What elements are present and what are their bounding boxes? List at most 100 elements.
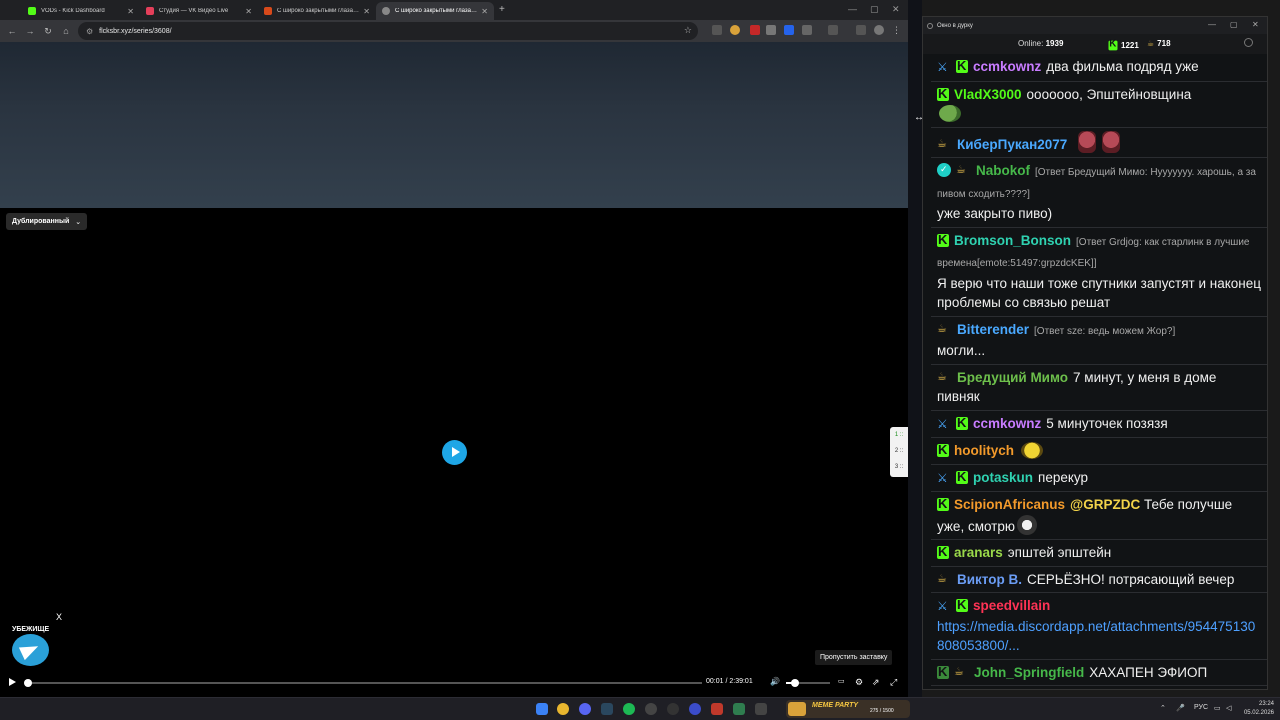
message-link[interactable]: https://media.discordapp.net/attachments…	[937, 619, 1255, 654]
page-header-area	[0, 42, 908, 208]
chat-username[interactable]: potaskun	[973, 470, 1033, 485]
reload-icon[interactable]: ↻	[39, 26, 57, 37]
desktop-background	[908, 0, 922, 697]
telegram-icon[interactable]	[12, 634, 49, 666]
app-gray-icon[interactable]	[755, 703, 767, 715]
chat-message: ☕Nabokof[Ответ Бредущий Мимо: Нууууууу. …	[931, 158, 1267, 228]
close-tab-icon[interactable]: ✕	[481, 7, 488, 16]
new-tab-icon[interactable]: +	[499, 4, 505, 15]
maximize-icon[interactable]: ▢	[1230, 20, 1238, 29]
menu-kebab-icon[interactable]: ⋮	[892, 25, 902, 35]
player-controls: 00:01 / 2:39:01 🔊 ▭ ⚙ ⇗ ⤢	[0, 674, 908, 697]
sword-badge-icon: ⚔	[937, 470, 948, 485]
chat-username[interactable]: speedvillain	[973, 598, 1050, 613]
media-controls-icon[interactable]	[856, 25, 866, 35]
tab-vk-studio[interactable]: Студия — VK Видео Live ✕	[140, 2, 258, 20]
speaker-icon[interactable]: ◁	[1226, 704, 1231, 712]
obs-icon[interactable]	[645, 703, 657, 715]
video-player[interactable]: Дублированный ⌄ 1 :: 2 :: 3 :: X УБЕЖИЩЕ…	[0, 208, 908, 697]
chat-settings-icon[interactable]	[1244, 38, 1253, 47]
downloads-icon[interactable]	[828, 25, 838, 35]
chat-message-list[interactable]: ⚔ ccmkownz два фильма подряд уже VladX3000 o…	[931, 54, 1267, 691]
chat-username[interactable]: КиберПукан2077	[957, 137, 1067, 152]
maximize-icon[interactable]: ▢	[870, 4, 879, 15]
quality-option-3[interactable]: 3 ::	[890, 459, 908, 475]
url-field[interactable]: ⚙ flcksbr.xyz/series/3608/ ☆	[78, 22, 698, 40]
media-player-icon[interactable]	[689, 703, 701, 715]
chat-username[interactable]: Виктор В.	[957, 572, 1022, 587]
extension-coin-icon[interactable]	[730, 25, 740, 35]
close-window-icon[interactable]: ✕	[1252, 20, 1259, 29]
sword-badge-icon: ⚔	[937, 416, 948, 431]
language-indicator[interactable]: РУС	[1194, 704, 1208, 711]
clock[interactable]: 23:24 05.02.2026	[1240, 700, 1274, 718]
profile-avatar-icon[interactable]	[874, 25, 884, 35]
close-window-icon[interactable]: ✕	[892, 4, 900, 15]
app-red-icon[interactable]	[711, 703, 723, 715]
chat-username[interactable]: Бредущий Мимо	[957, 370, 1068, 385]
message-text: могли...	[937, 343, 986, 358]
skip-intro-button[interactable]: Пропустить заставку	[815, 650, 893, 665]
steam-icon[interactable]	[601, 703, 613, 715]
extension-blue-icon[interactable]	[784, 25, 794, 35]
chat-username[interactable]: Bitterender	[957, 322, 1029, 337]
dub-select[interactable]: Дублированный ⌄	[6, 213, 88, 230]
fullscreen-icon[interactable]: ⤢	[890, 677, 897, 688]
close-tab-icon[interactable]: ✕	[363, 7, 370, 16]
chat-username[interactable]: VladX3000	[954, 87, 1022, 102]
share-icon[interactable]: ⇗	[872, 677, 880, 688]
tab-movie-2[interactable]: С широко закрытыми глазами ✕	[376, 2, 494, 20]
volume-icon[interactable]: 🔊	[770, 677, 780, 686]
home-icon[interactable]: ⌂	[57, 26, 75, 36]
tab-movie-1[interactable]: С широко закрытыми глазами ✕	[258, 2, 376, 20]
close-tab-icon[interactable]: ✕	[127, 7, 134, 16]
minimize-icon[interactable]: —	[1208, 20, 1216, 29]
close-tab-icon[interactable]: ✕	[245, 7, 252, 16]
subtitles-icon[interactable]: ▭	[838, 677, 845, 685]
message-text: СЕРЬЁЗНО! потрясающий вечер	[1026, 571, 1235, 587]
chrome-icon[interactable]	[557, 703, 569, 715]
extensions-puzzle-icon[interactable]	[802, 25, 812, 35]
tray-chevron-icon[interactable]: ⌃	[1160, 704, 1166, 712]
extension-record-icon[interactable]	[750, 25, 760, 35]
kick-icon	[1108, 38, 1118, 51]
mention-tag[interactable]: @GRPZDC	[1070, 497, 1140, 512]
chat-username[interactable]: Bromson_Bonson	[954, 233, 1071, 248]
volume-handle[interactable]	[791, 679, 799, 687]
meme-party-widget[interactable]: MEME PARTY 275 / 1500	[786, 700, 910, 718]
chef-hat-badge-icon: ☕	[937, 322, 947, 335]
microphone-icon[interactable]: 🎤	[1176, 704, 1185, 712]
extension-screen-icon[interactable]	[766, 25, 776, 35]
discord-icon[interactable]	[579, 703, 591, 715]
back-icon[interactable]: ←	[3, 26, 21, 36]
chat-username[interactable]: ScipionAfricanus	[954, 497, 1065, 512]
seek-handle[interactable]	[24, 679, 32, 687]
quality-selector[interactable]: 1 :: 2 :: 3 ::	[890, 427, 908, 477]
settings-gear-icon[interactable]: ⚙	[855, 677, 863, 688]
play-icon[interactable]	[9, 678, 16, 686]
network-icon[interactable]: ▭	[1214, 704, 1221, 712]
minimize-icon[interactable]: —	[848, 4, 857, 14]
app-circle-icon[interactable]	[667, 703, 679, 715]
chat-username[interactable]: hoolitych	[954, 443, 1014, 458]
quality-option-1[interactable]: 1 ::	[890, 427, 908, 443]
big-play-button[interactable]	[442, 440, 467, 465]
telegram-close-button[interactable]: X	[56, 612, 62, 622]
chat-username[interactable]: ccmkownz	[973, 416, 1041, 431]
seek-bar[interactable]	[26, 682, 702, 684]
chat-message: ⚔ speedvillain https://media.discordapp.ne…	[931, 593, 1267, 660]
chat-username[interactable]: Nabokof	[976, 163, 1030, 178]
quality-option-2[interactable]: 2 ::	[890, 443, 908, 459]
chat-username[interactable]: John_Springfield	[974, 665, 1084, 680]
site-info-icon[interactable]: ⚙	[86, 27, 93, 36]
extension-arrow-icon[interactable]	[712, 25, 722, 35]
chat-username[interactable]: ccmkownz	[973, 59, 1041, 74]
spotify-icon[interactable]	[623, 703, 635, 715]
app-green-icon[interactable]	[733, 703, 745, 715]
tab-kick-dashboard[interactable]: VODs - Kick Dashboard ✕	[22, 2, 140, 20]
chat-username[interactable]: aranars	[954, 545, 1003, 560]
bookmark-star-icon[interactable]: ☆	[684, 25, 692, 36]
clock-date: 05.02.2026	[1243, 710, 1274, 716]
start-menu-icon[interactable]	[536, 703, 548, 715]
forward-icon[interactable]: →	[21, 26, 39, 36]
